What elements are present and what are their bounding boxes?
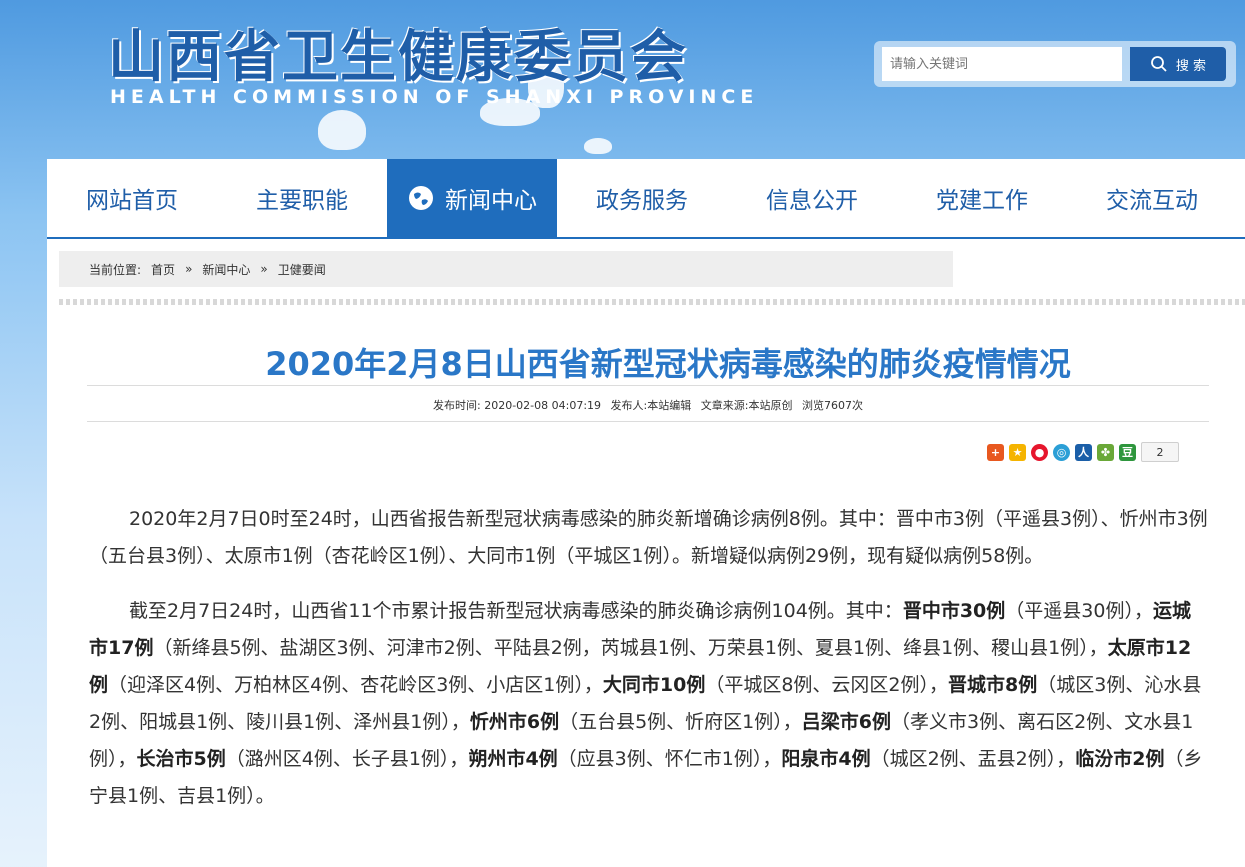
breadcrumb-link-current[interactable]: 卫健要闻 [278,261,326,278]
site-subtitle: HEALTH COMMISSION OF SHANXI PROVINCE [110,86,759,108]
paragraph: 截至2月7日24时，山西省11个市累计报告新型冠状病毒感染的肺炎确诊病例104例… [89,593,1209,815]
site-title: 山西省卫生健康委员会 [108,25,688,90]
city-detail: （城区2例、盂县2例）， [870,748,1076,770]
content-area: 当前位置: 首页 » 新闻中心 » 卫健要闻 2020年2月8日山西省新型冠状病… [47,239,1245,867]
search-icon [1151,56,1167,72]
dove-decoration [318,110,366,150]
article-source: 文章来源:本站原创 [700,399,793,412]
nav-item-label: 党建工作 [936,188,1028,214]
breadcrumb-separator: » [185,262,193,276]
breadcrumb-link-home[interactable]: 首页 [151,261,175,278]
tencent-weibo-icon[interactable]: ◎ [1053,443,1070,461]
qzone-icon[interactable]: ★ [1009,443,1026,461]
globe-icon [409,186,433,210]
nav-item-news[interactable]: 新闻中心 [387,159,557,237]
share-more-icon[interactable]: + [987,443,1004,461]
header-banner: 山西省卫生健康委员会 HEALTH COMMISSION OF SHANXI P… [0,0,1245,160]
publish-time: 发布时间: 2020-02-08 04:07:19 [433,399,602,412]
breadcrumb-separator: » [260,262,268,276]
city-count: 朔州市4例 [468,748,558,770]
breadcrumb-prefix: 当前位置: [89,262,142,277]
kaixin-icon[interactable]: ✤ [1097,443,1114,461]
search-input[interactable] [882,47,1122,81]
nav-item-home[interactable]: 网站首页 [47,159,217,237]
breadcrumb-link-news[interactable]: 新闻中心 [202,261,250,278]
city-detail: （五台县5例、忻府区1例）， [559,711,802,733]
city-detail: （迎泽区4例、万柏林区4例、杏花岭区3例、小店区1例）， [108,674,603,696]
city-count: 晋城市8例 [948,674,1038,696]
paragraph: 2020年2月7日0时至24时，山西省报告新型冠状病毒感染的肺炎新增确诊病例8例… [89,508,1208,567]
weibo-icon[interactable]: ● [1031,443,1048,461]
city-detail: （平遥县30例）， [1005,600,1153,622]
city-count: 临汾市2例 [1075,748,1165,770]
city-count: 忻州市6例 [469,711,560,733]
nav-item-functions[interactable]: 主要职能 [217,159,387,237]
nav-item-label: 主要职能 [256,188,348,214]
view-count: 浏览7607次 [801,399,863,412]
city-detail: （新绛县5例、盐湖区3例、河津市2例、平陆县2例，芮城县1例、万荣县1例、夏县1… [153,637,1108,659]
nav-item-label: 网站首页 [86,188,178,214]
nav-item-label: 新闻中心 [445,188,537,214]
city-count: 晋中市30例 [902,600,1006,622]
title-divider [87,385,1209,386]
nav-item-label: 政务服务 [596,188,688,214]
nav-item-disclosure[interactable]: 信息公开 [727,159,897,237]
city-count: 吕梁市6例 [801,711,892,733]
search-box: 搜 索 [874,41,1236,87]
city-count: 长治市5例 [136,748,226,770]
city-detail: （潞州区4例、长子县1例）， [225,748,469,770]
search-button[interactable]: 搜 索 [1130,47,1226,81]
article-body: 2020年2月7日0时至24时，山西省报告新型冠状病毒感染的肺炎新增确诊病例8例… [89,501,1209,833]
share-bar: + ★ ● ◎ 人 ✤ 豆 2 [987,442,1179,462]
paragraph-intro: 截至2月7日24时，山西省11个市累计报告新型冠状病毒感染的肺炎确诊病例104例… [129,600,903,622]
article-title: 2020年2月8日山西省新型冠状病毒感染的肺炎疫情情况 [265,345,1071,383]
nav-item-party[interactable]: 党建工作 [897,159,1067,237]
search-button-label: 搜 索 [1175,58,1207,74]
douban-icon[interactable]: 豆 [1119,443,1136,461]
dotted-divider [59,299,1245,305]
nav-item-services[interactable]: 政务服务 [557,159,727,237]
dove-decoration [584,138,612,154]
city-count: 阳泉市4例 [781,748,871,770]
share-count: 2 [1141,442,1179,462]
nav-item-label: 交流互动 [1106,188,1198,214]
main-nav: 网站首页 主要职能 新闻中心 政务服务 信息公开 党建工作 交流互动 [47,159,1245,239]
nav-item-label: 信息公开 [766,188,858,214]
meta-divider [87,421,1209,422]
breadcrumb: 当前位置: 首页 » 新闻中心 » 卫健要闻 [59,251,953,287]
city-count: 大同市10例 [602,674,706,696]
city-detail: （应县3例、怀仁市1例）， [557,748,782,770]
article-meta: 发布时间: 2020-02-08 04:07:19 发布人:本站编辑 文章来源:… [87,397,1209,413]
renren-icon[interactable]: 人 [1075,443,1092,461]
nav-item-interaction[interactable]: 交流互动 [1067,159,1237,237]
publisher: 发布人:本站编辑 [610,399,692,412]
city-detail: （平城区8例、云冈区2例）， [705,674,949,696]
